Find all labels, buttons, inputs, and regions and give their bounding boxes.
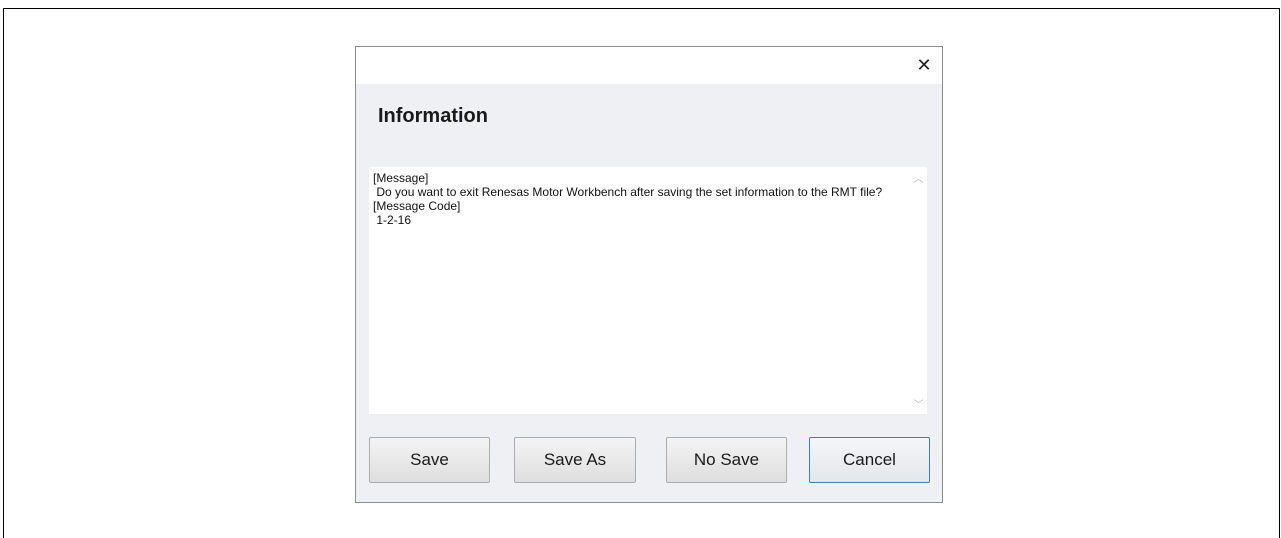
message-body: Do you want to exit Renesas Motor Workbe… [373,185,883,199]
chevron-down-icon[interactable]: ﹀ [910,395,927,412]
dialog-heading: Information [378,105,488,127]
message-label: [Message] [373,171,429,185]
cancel-button[interactable]: Cancel [809,437,930,483]
information-dialog: ✕ Information [Message] Do you want to e… [355,46,943,503]
message-textbox[interactable]: [Message] Do you want to exit Renesas Mo… [369,167,927,414]
vertical-scrollbar[interactable]: ︿ ﹀ [910,167,927,414]
save-button[interactable]: Save [369,437,490,483]
message-code-label: [Message Code] [373,199,461,213]
close-icon[interactable]: ✕ [912,53,936,77]
message-text: [Message] Do you want to exit Renesas Mo… [373,171,908,227]
no-save-button[interactable]: No Save [666,437,787,483]
message-code: 1-2-16 [373,213,412,227]
chevron-up-icon[interactable]: ︿ [910,169,927,186]
dialog-titlebar: ✕ [356,47,942,84]
save-as-button[interactable]: Save As [514,437,636,483]
